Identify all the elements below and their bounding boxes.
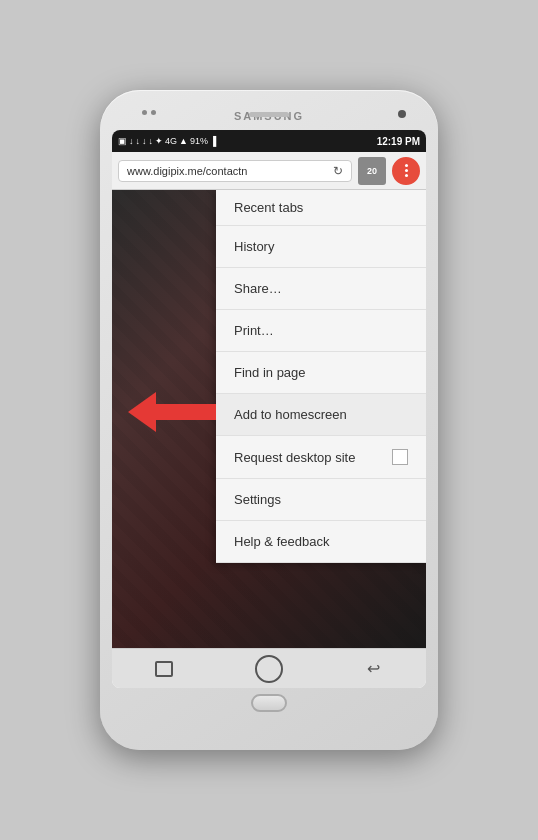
network-type: 4G [165,136,177,146]
overflow-menu-icon [405,164,408,177]
status-icons: ▣ ↓ ↓ ↓ ↓ ✦ 4G ▲ 91% ▐ [118,136,216,146]
phone-bottom [112,688,426,718]
settings-label: Settings [234,492,281,507]
annotation-arrow [128,392,216,432]
menu-item-help-feedback[interactable]: Help & feedback [216,521,426,563]
tab-switcher-button[interactable]: 20 [358,157,386,185]
request-desktop-label: Request desktop site [234,450,355,465]
menu-dot-2 [405,169,408,172]
home-icon [255,655,283,683]
download-icon-3: ↓ [142,136,147,146]
overflow-menu-button[interactable] [392,157,420,185]
phone-speaker [249,112,289,117]
menu-item-settings[interactable]: Settings [216,479,426,521]
sensor-dot-2 [151,110,156,115]
back-arrow-icon: ↩ [367,659,380,678]
menu-item-find-in-page[interactable]: Find in page [216,352,426,394]
status-time: 12:19 PM [377,136,420,147]
menu-dot-3 [405,174,408,177]
print-label: Print… [234,323,274,338]
download-icon-1: ↓ [129,136,134,146]
phone-screen: ▣ ↓ ↓ ↓ ↓ ✦ 4G ▲ 91% ▐ 12:19 PM www.digi… [112,130,426,688]
menu-item-print[interactable]: Print… [216,310,426,352]
add-to-homescreen-label: Add to homescreen [234,407,347,422]
physical-home-button[interactable] [251,694,287,712]
recent-apps-button[interactable] [142,653,186,685]
recent-tabs-label: Recent tabs [234,200,303,215]
signal-icon: ▲ [179,136,188,146]
phone-top-bar: SAMSUNG [112,102,426,130]
menu-dot-1 [405,164,408,167]
context-menu: Recent tabs History Share… Print… Find i… [216,190,426,563]
refresh-icon[interactable]: ↻ [333,164,343,178]
download-icon-2: ↓ [136,136,141,146]
url-text: www.digipix.me/contactn [127,165,247,177]
battery-percent: 91% [190,136,208,146]
battery-icon: ▐ [210,136,216,146]
menu-item-add-to-homescreen[interactable]: Add to homescreen [216,394,426,436]
phone-sensors [142,110,156,115]
notification-icon: ▣ [118,136,127,146]
find-in-page-label: Find in page [234,365,306,380]
bottom-nav-bar: ↩ [112,648,426,688]
help-feedback-label: Help & feedback [234,534,329,549]
menu-item-request-desktop[interactable]: Request desktop site [216,436,426,479]
phone-camera [398,110,406,118]
url-bar: www.digipix.me/contactn ↻ 20 [112,152,426,190]
arrow-body [156,404,216,420]
back-button[interactable]: ↩ [352,653,396,685]
request-desktop-checkbox[interactable] [392,449,408,465]
browser-content: Recent tabs History Share… Print… Find i… [112,190,426,648]
history-label: History [234,239,274,254]
home-button[interactable] [247,653,291,685]
menu-item-share[interactable]: Share… [216,268,426,310]
tab-count: 20 [367,166,377,176]
download-icon-4: ↓ [149,136,154,146]
bluetooth-icon: ✦ [155,136,163,146]
recent-apps-icon [155,661,173,677]
status-bar: ▣ ↓ ↓ ↓ ↓ ✦ 4G ▲ 91% ▐ 12:19 PM [112,130,426,152]
url-input[interactable]: www.digipix.me/contactn ↻ [118,160,352,182]
share-label: Share… [234,281,282,296]
menu-item-history[interactable]: History [216,226,426,268]
sensor-dot-1 [142,110,147,115]
arrow-head [128,392,156,432]
menu-item-recent-tabs[interactable]: Recent tabs [216,190,426,226]
phone-device: SAMSUNG ▣ ↓ ↓ ↓ ↓ ✦ 4G ▲ 91% ▐ 12:19 PM … [100,90,438,750]
